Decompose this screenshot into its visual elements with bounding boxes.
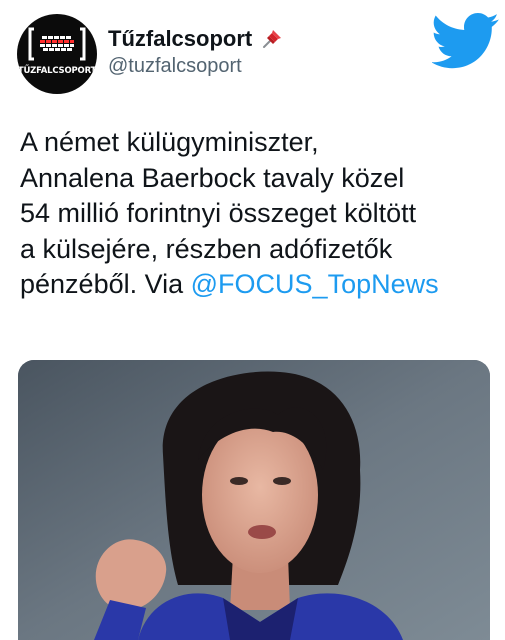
tweet-text-line: 54 millió forintnyi összeget költött: [20, 198, 417, 228]
tweet-text-last-line: pénzéből. Via @FOCUS_TopNews: [20, 267, 498, 303]
pushpin-icon: [263, 30, 282, 48]
author-name[interactable]: Tűzfalcsoport: [108, 26, 252, 52]
tweet-text-prefix: pénzéből. Via: [20, 269, 191, 299]
tweet-photo[interactable]: [18, 360, 490, 640]
twitter-bird-icon: [432, 12, 499, 69]
tweet-text-line: a külsejére, részben adófizetők: [20, 233, 393, 264]
tweet-text-line: A német külügyminiszter,: [20, 127, 319, 157]
tweet-text: A német külügyminiszter, Annalena Baerbo…: [20, 125, 498, 303]
tweet-text-line: Annalena Baerbock tavaly közel: [20, 162, 405, 193]
woman-speaking-photo: [18, 360, 490, 640]
avatar[interactable]: TŰZFALCSOPORT: [17, 14, 97, 94]
mention-link[interactable]: @FOCUS_TopNews: [191, 269, 439, 299]
author-name-row[interactable]: Tűzfalcsoport: [108, 24, 284, 54]
tweet[interactable]: TŰZFALCSOPORT Tűzfalcsoport @tuzfalcsopo…: [0, 0, 505, 640]
author-handle[interactable]: @tuzfalcsoport: [108, 55, 242, 78]
avatar-text: TŰZFALCSOPORT: [17, 66, 97, 76]
brick-wall-logo-icon: [28, 27, 86, 61]
